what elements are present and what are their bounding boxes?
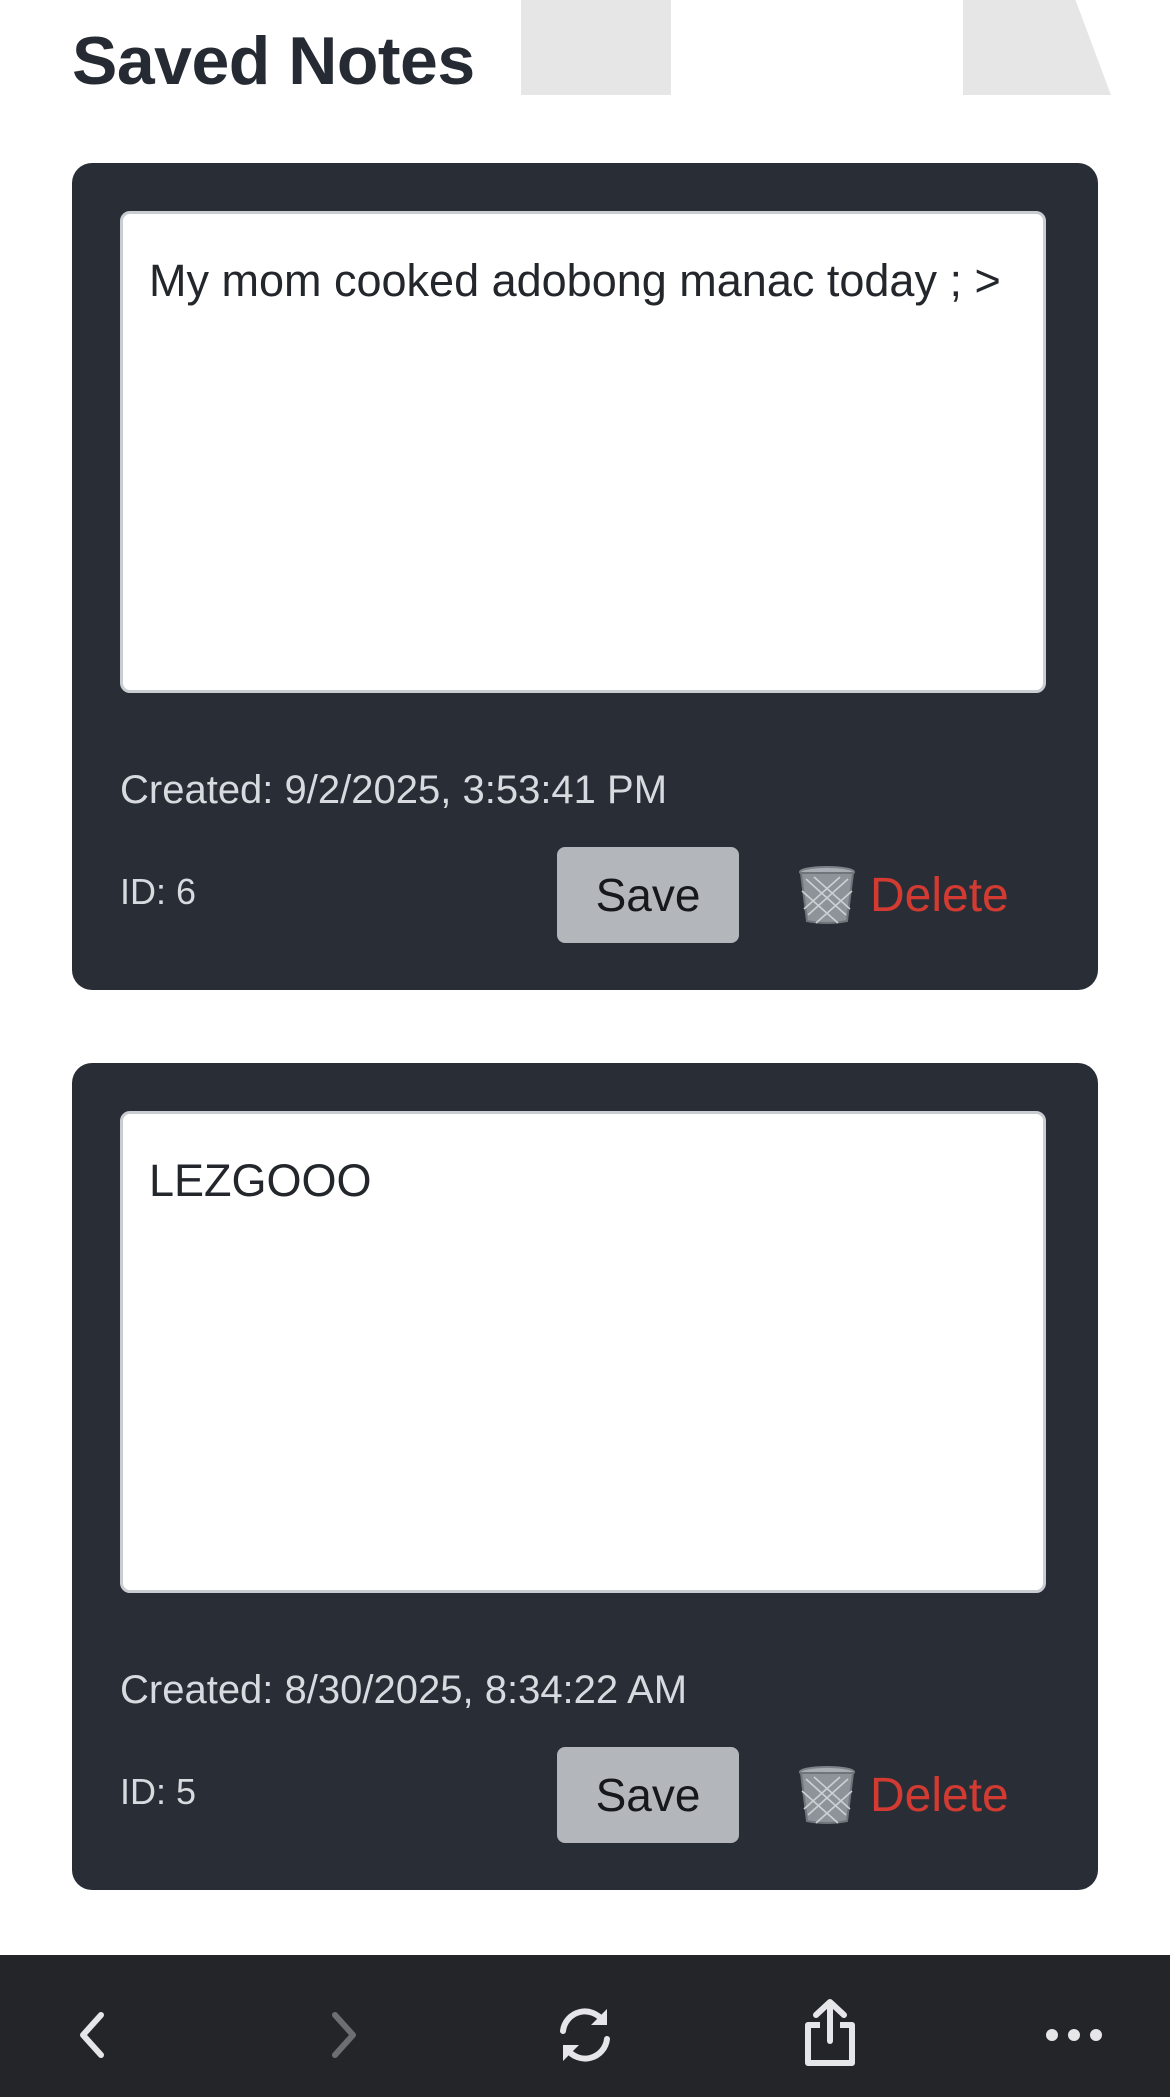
created-timestamp: Created: 8/30/2025, 8:34:22 AM — [120, 1668, 688, 1712]
delete-label: Delete — [870, 868, 1009, 922]
forward-icon — [332, 2012, 356, 2058]
delete-label: Delete — [870, 1768, 1009, 1822]
note-card: My mom cooked adobong manac today ; > Cr… — [72, 163, 1098, 990]
note-text-area[interactable]: My mom cooked adobong manac today ; > — [120, 211, 1046, 693]
created-timestamp: Created: 9/2/2025, 3:53:41 PM — [120, 768, 668, 812]
more-button[interactable] — [1014, 1975, 1134, 2095]
trash-icon — [799, 1766, 855, 1824]
share-button[interactable] — [770, 1973, 890, 2093]
reload-icon — [560, 2008, 610, 2062]
back-icon — [80, 2012, 104, 2058]
background-shape — [963, 0, 1111, 95]
delete-button[interactable]: Delete — [798, 1747, 1009, 1843]
share-icon — [805, 1999, 855, 2066]
note-id: ID: 5 — [120, 1771, 197, 1812]
save-button[interactable]: Save — [557, 1747, 739, 1843]
note-id: ID: 6 — [120, 871, 197, 912]
save-button[interactable]: Save — [557, 847, 739, 943]
background-shape — [521, 0, 671, 95]
note-card: LEZGOOO Created: 8/30/2025, 8:34:22 AM I… — [72, 1063, 1098, 1890]
back-button[interactable] — [33, 1975, 153, 2095]
delete-button[interactable]: Delete — [798, 847, 1009, 943]
browser-toolbar — [0, 1955, 1170, 2097]
trash-icon — [799, 866, 855, 924]
forward-button[interactable] — [283, 1975, 403, 2095]
page-title: Saved Notes — [72, 23, 475, 99]
reload-button[interactable] — [525, 1975, 645, 2095]
more-icon — [1046, 2029, 1102, 2041]
note-text-area[interactable]: LEZGOOO — [120, 1111, 1046, 1593]
